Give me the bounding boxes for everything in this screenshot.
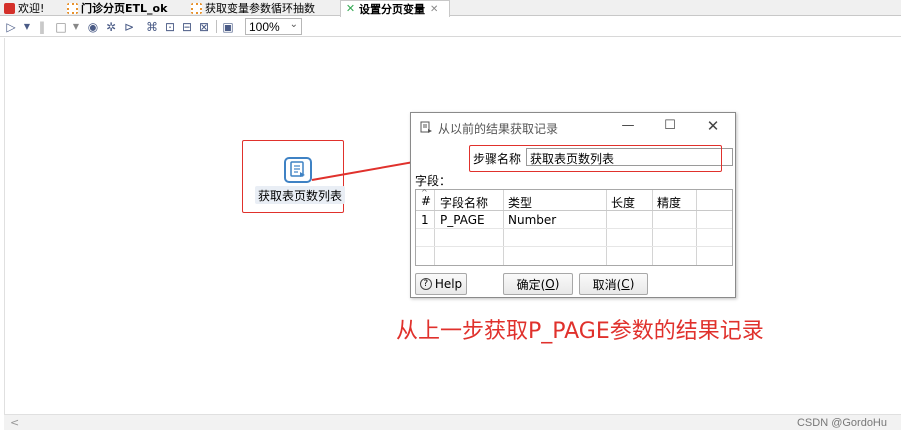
column-header-length[interactable]: 长度	[611, 194, 635, 211]
dialog-step-icon	[420, 121, 433, 137]
dialog-title: 从以前的结果获取记录	[438, 122, 559, 136]
step-name-highlight-box	[469, 145, 722, 172]
annotation-text: 从上一步获取P_PAGE参数的结果记录	[396, 319, 764, 344]
minimize-icon[interactable]: —	[615, 117, 641, 135]
ok-button[interactable]: 确定(O)	[503, 273, 573, 295]
cancel-button-mnemonic: C	[621, 277, 630, 291]
ok-button-mnemonic: O	[545, 277, 555, 291]
help-button[interactable]: ? Help	[415, 273, 467, 295]
watermark: CSDN @GordoHu	[796, 417, 887, 429]
ok-button-label: 确定(	[516, 277, 546, 292]
column-header-index[interactable]: #	[421, 194, 431, 208]
column-header-type[interactable]: 类型	[508, 194, 532, 211]
table-cell-index[interactable]: 1	[421, 213, 429, 227]
fields-table[interactable]: ^ # 字段名称 类型 长度 精度 1 P_PAGE Number	[415, 188, 733, 266]
close-icon[interactable]: ✕	[700, 117, 726, 135]
maximize-icon[interactable]: ☐	[657, 117, 683, 135]
cancel-button[interactable]: 取消(C)	[579, 273, 648, 295]
fields-label: 字段：	[415, 174, 452, 188]
dialog-title-bar: 从以前的结果获取记录 — ☐ ✕	[411, 113, 735, 141]
scroll-left-icon[interactable]: <	[10, 416, 19, 429]
help-button-label: Help	[434, 277, 463, 291]
cancel-button-suffix: )	[629, 277, 635, 291]
cancel-button-label: 取消(	[592, 277, 622, 292]
column-header-precision[interactable]: 精度	[657, 194, 681, 211]
table-cell-field-name[interactable]: P_PAGE	[440, 213, 485, 227]
row-divider	[416, 228, 732, 229]
horizontal-scrollbar[interactable]: <	[4, 414, 901, 430]
table-cell-type[interactable]: Number	[508, 213, 556, 227]
ok-button-suffix: )	[554, 277, 560, 291]
help-icon: ?	[419, 278, 432, 290]
row-divider	[416, 246, 732, 247]
column-header-field-name[interactable]: 字段名称	[440, 194, 488, 211]
